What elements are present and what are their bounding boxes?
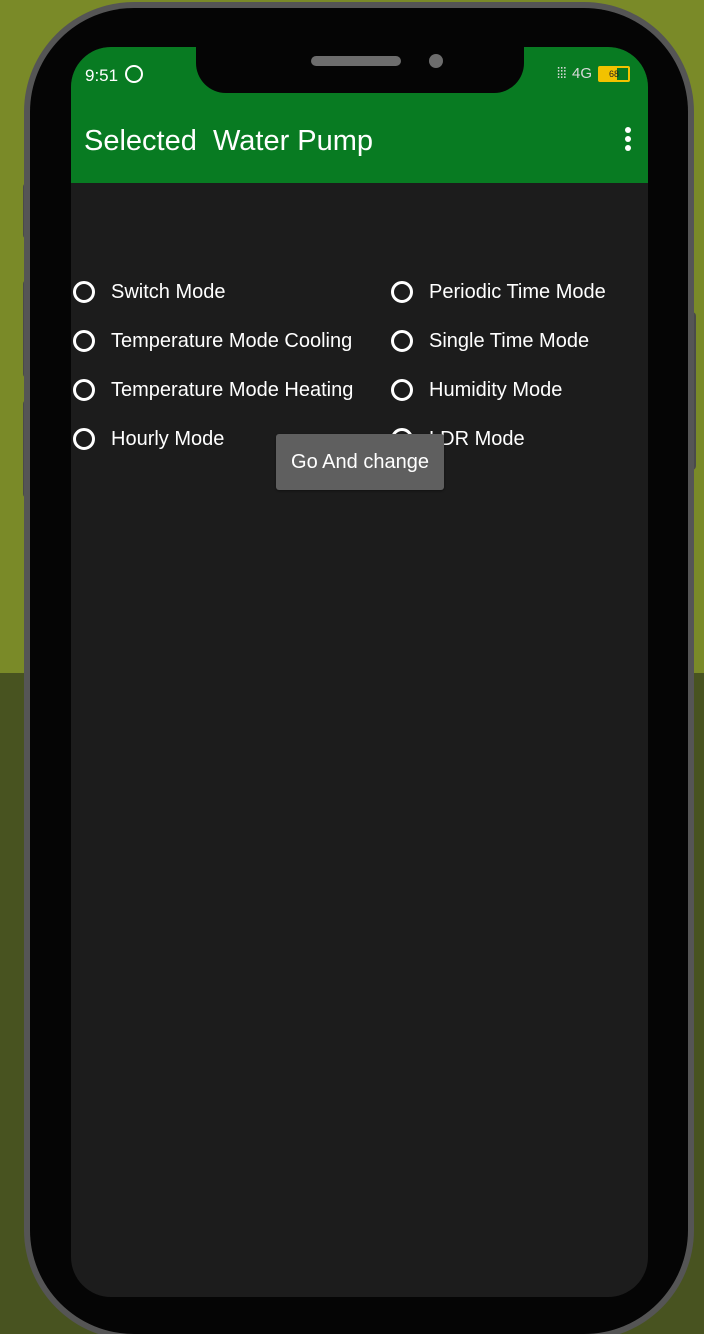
radio-circle-icon[interactable] (391, 281, 413, 303)
network-label: 4G (571, 65, 592, 82)
radio-circle-icon[interactable] (391, 379, 413, 401)
status-time: 9:51 (85, 65, 143, 86)
page-title: Selected Water Pump (84, 125, 374, 157)
signal-icon: ⁞⁞⁞ (556, 65, 566, 82)
battery-icon: 68 (598, 65, 630, 82)
radio-label: Humidity Mode (429, 378, 563, 401)
more-vert-icon[interactable] (618, 127, 638, 157)
speaker (311, 56, 401, 66)
radio-temperature-mode-cooling[interactable]: Temperature Mode Cooling (73, 323, 352, 359)
radio-temperature-mode-heating[interactable]: Temperature Mode Heating (73, 372, 353, 408)
radio-circle-icon[interactable] (73, 330, 95, 352)
radio-label: Hourly Mode (111, 427, 225, 450)
phone-notch (196, 47, 524, 93)
radio-circle-icon[interactable] (391, 330, 413, 352)
radio-circle-icon[interactable] (73, 428, 95, 450)
whatsapp-icon (124, 65, 143, 83)
app-bar: 9:51 ⁞⁞⁞ 4G 68 Selected Water Pump (71, 47, 648, 183)
radio-humidity-mode[interactable]: Humidity Mode (391, 372, 562, 408)
radio-periodic-time-mode[interactable]: Periodic Time Mode (391, 274, 606, 310)
phone-screen: 9:51 ⁞⁞⁞ 4G 68 Selected Water Pump Switc… (71, 47, 648, 1297)
radio-label: Switch Mode (111, 280, 226, 303)
radio-hourly-mode[interactable]: Hourly Mode (73, 421, 224, 457)
radio-label: Periodic Time Mode (429, 280, 606, 303)
go-and-change-button[interactable]: Go And change (276, 434, 444, 490)
radio-label: Single Time Mode (429, 329, 590, 352)
status-icons: ⁞⁞⁞ 4G 68 (556, 65, 630, 82)
radio-single-time-mode[interactable]: Single Time Mode (391, 323, 589, 359)
status-time-text: 9:51 (85, 66, 119, 85)
radio-switch-mode[interactable]: Switch Mode (73, 274, 226, 310)
radio-circle-icon[interactable] (73, 281, 95, 303)
front-camera (429, 54, 443, 68)
radio-circle-icon[interactable] (73, 379, 95, 401)
radio-label: Temperature Mode Cooling (111, 329, 353, 352)
radio-label: Temperature Mode Heating (111, 378, 354, 401)
phone-frame: 9:51 ⁞⁞⁞ 4G 68 Selected Water Pump Switc… (30, 8, 688, 1334)
